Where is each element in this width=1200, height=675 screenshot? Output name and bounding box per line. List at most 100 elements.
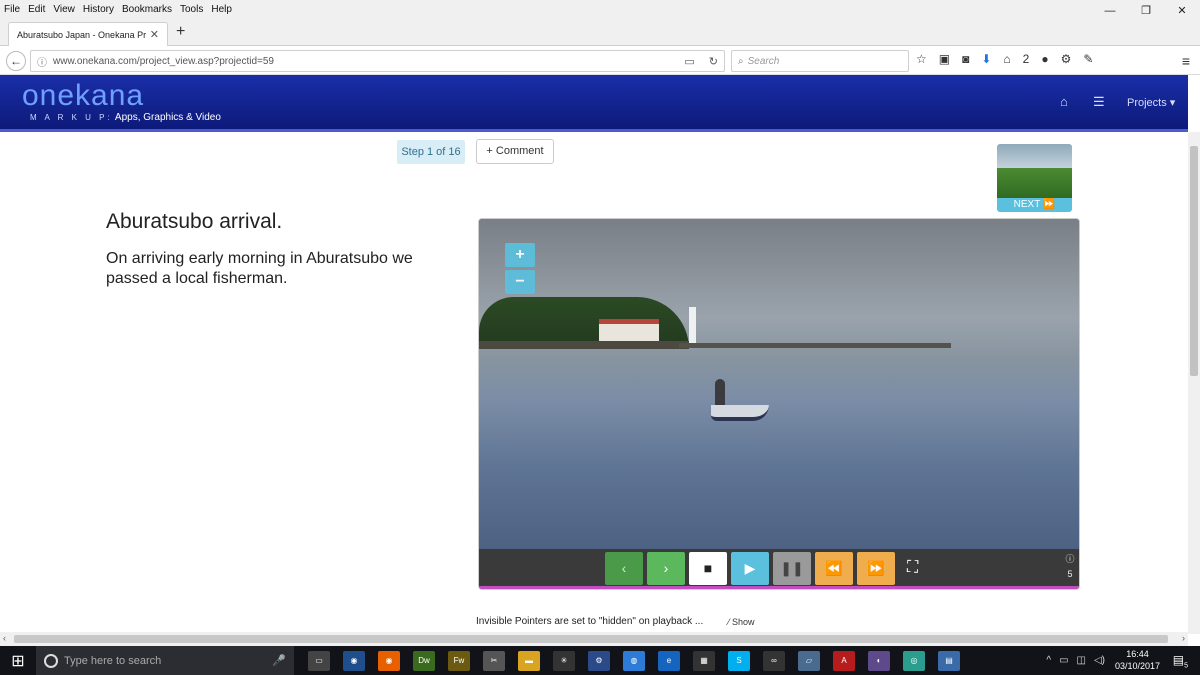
search-icon: ⌕: [738, 55, 744, 67]
system-tray: ^ ▭ ◫ ◁): [1046, 646, 1105, 675]
pause-button[interactable]: ❚❚: [773, 552, 811, 585]
search-input[interactable]: ⌕ Search: [731, 50, 909, 72]
notifications-icon[interactable]: ▤5: [1173, 653, 1188, 669]
app-icon-5[interactable]: ◐: [868, 650, 890, 671]
site-logo[interactable]: onekana: [22, 81, 144, 111]
task-view-icon[interactable]: ▭: [308, 650, 330, 671]
settings-icon[interactable]: ⚙: [1061, 52, 1072, 66]
projects-dropdown[interactable]: Projects ▾: [1127, 96, 1175, 109]
store-icon[interactable]: ▦: [693, 650, 715, 671]
search-placeholder: Search: [747, 55, 780, 67]
horizontal-scrollbar[interactable]: ‹ ›: [0, 632, 1188, 646]
next-button[interactable]: NEXT ⏩: [997, 198, 1072, 212]
tab-title: Aburatsubo Japan - Onekana Pr: [17, 29, 147, 40]
battery-icon[interactable]: ▭: [1059, 655, 1068, 666]
playback-controls: ‹ › ■ ▶ ❚❚ ⏪ ⏩ ⛶ ⓘ 5: [479, 549, 1079, 589]
new-tab-button[interactable]: +: [176, 24, 185, 40]
next-step-thumbnail[interactable]: NEXT ⏩: [997, 144, 1072, 212]
app-icon-2[interactable]: ✳: [553, 650, 575, 671]
address-bar[interactable]: ⓘ www.onekana.com/project_view.asp?proje…: [30, 50, 725, 72]
photo-shore: [479, 341, 689, 349]
site-info-icon[interactable]: ⓘ: [37, 54, 47, 69]
app-icon-6[interactable]: ◎: [903, 650, 925, 671]
site-tagline: M A R K U P: Apps, Graphics & Video: [30, 112, 221, 123]
scroll-right-icon[interactable]: ›: [1182, 633, 1185, 643]
sync-icon[interactable]: ●: [1041, 52, 1048, 66]
zoom-in-button[interactable]: +: [505, 243, 535, 267]
tools-icon[interactable]: ✂: [483, 650, 505, 671]
dreamweaver-icon[interactable]: Dw: [413, 650, 435, 671]
network-icon[interactable]: ◫: [1077, 655, 1086, 666]
url-text[interactable]: www.onekana.com/project_view.asp?project…: [53, 56, 684, 67]
fullscreen-icon[interactable]: ⛶: [907, 559, 918, 577]
back-button[interactable]: ←: [6, 51, 26, 71]
settings-app-icon[interactable]: ⚙: [588, 650, 610, 671]
app-icon-4[interactable]: ▱: [798, 650, 820, 671]
file-explorer-icon[interactable]: ▬: [518, 650, 540, 671]
stop-button[interactable]: ■: [689, 552, 727, 585]
app-icon-7[interactable]: ▤: [938, 650, 960, 671]
menu-edit[interactable]: Edit: [24, 4, 49, 15]
header-home-icon[interactable]: ⌂: [1060, 94, 1068, 109]
taskbar-search-placeholder: Type here to search: [64, 654, 162, 667]
previous-step-button[interactable]: ‹: [605, 552, 643, 585]
zoom-out-button[interactable]: −: [505, 270, 535, 294]
app-icon-3[interactable]: ∞: [763, 650, 785, 671]
download-icon[interactable]: ⬇: [981, 52, 991, 66]
bookmark-star-icon[interactable]: ☆: [916, 52, 927, 66]
viewer-info-icon[interactable]: ⓘ: [1063, 552, 1077, 566]
menu-file[interactable]: File: [0, 4, 24, 15]
tagline-prefix: M A R K U P:: [30, 113, 113, 122]
vertical-scroll-thumb[interactable]: [1190, 146, 1198, 376]
show-link-label: Show: [732, 617, 755, 627]
clipboard-icon[interactable]: ▣: [939, 52, 950, 66]
thumbnail-trees: [997, 168, 1072, 198]
comment-button[interactable]: + Comment: [476, 139, 554, 164]
menu-icon[interactable]: ≡: [1182, 53, 1190, 69]
taskbar-search-input[interactable]: Type here to search 🎤: [36, 646, 294, 675]
thumbnail-sky: [997, 144, 1072, 168]
firefox-icon[interactable]: ◉: [378, 650, 400, 671]
globe-icon[interactable]: ◍: [623, 650, 645, 671]
tray-chevron-icon[interactable]: ^: [1046, 655, 1051, 666]
play-button[interactable]: ▶: [731, 552, 769, 585]
photo-boat: [711, 405, 769, 421]
header-list-icon[interactable]: ☰: [1093, 94, 1105, 110]
home-icon[interactable]: ⌂: [1003, 52, 1010, 66]
menu-tools[interactable]: Tools: [176, 4, 207, 15]
fast-forward-button[interactable]: ⏩: [857, 552, 895, 585]
app-icon-1[interactable]: ◉: [343, 650, 365, 671]
vertical-scrollbar[interactable]: [1188, 132, 1200, 634]
horizontal-scroll-thumb[interactable]: [14, 635, 1168, 643]
tab-close-icon[interactable]: ✕: [150, 28, 159, 41]
next-step-button[interactable]: ›: [647, 552, 685, 585]
menu-help[interactable]: Help: [207, 4, 236, 15]
navigation-bar: ← ⓘ www.onekana.com/project_view.asp?pro…: [0, 47, 1200, 75]
fireworks-icon[interactable]: Fw: [448, 650, 470, 671]
reload-icon[interactable]: ↻: [709, 55, 718, 68]
volume-icon[interactable]: ◁): [1094, 655, 1105, 666]
start-button[interactable]: ⊞: [0, 651, 36, 671]
menu-view[interactable]: View: [49, 4, 79, 15]
step-description: On arriving early morning in Aburatsubo …: [106, 250, 413, 287]
scroll-left-icon[interactable]: ‹: [3, 633, 6, 643]
edge-icon[interactable]: e: [658, 650, 680, 671]
show-pointers-link[interactable]: ⁄ Show: [728, 617, 755, 627]
windows-taskbar: ⊞ Type here to search 🎤 ▭ ◉ ◉ Dw Fw ✂ ▬ …: [0, 646, 1200, 675]
image-viewer[interactable]: + − ‹ › ■ ▶ ❚❚ ⏪ ⏩ ⛶ ⓘ 5: [478, 218, 1080, 590]
menu-bookmarks[interactable]: Bookmarks: [118, 4, 176, 15]
fisherman-photo[interactable]: [479, 219, 1079, 549]
menu-history[interactable]: History: [79, 4, 118, 15]
step-indicator: Step 1 of 16: [397, 140, 465, 164]
acrobat-icon[interactable]: A: [833, 650, 855, 671]
rewind-button[interactable]: ⏪: [815, 552, 853, 585]
system-clock[interactable]: 16:44 03/10/2017: [1115, 648, 1160, 672]
photo-lighthouse: [689, 307, 696, 343]
extension-badge[interactable]: 2: [1023, 52, 1030, 66]
microphone-icon[interactable]: 🎤: [272, 654, 286, 667]
browser-tab[interactable]: Aburatsubo Japan - Onekana Pr ✕: [8, 22, 168, 46]
extension-icon[interactable]: ✎: [1083, 52, 1093, 66]
reader-view-icon[interactable]: ▭: [684, 55, 694, 68]
skype-icon[interactable]: S: [728, 650, 750, 671]
pocket-icon[interactable]: ◙: [962, 52, 969, 66]
